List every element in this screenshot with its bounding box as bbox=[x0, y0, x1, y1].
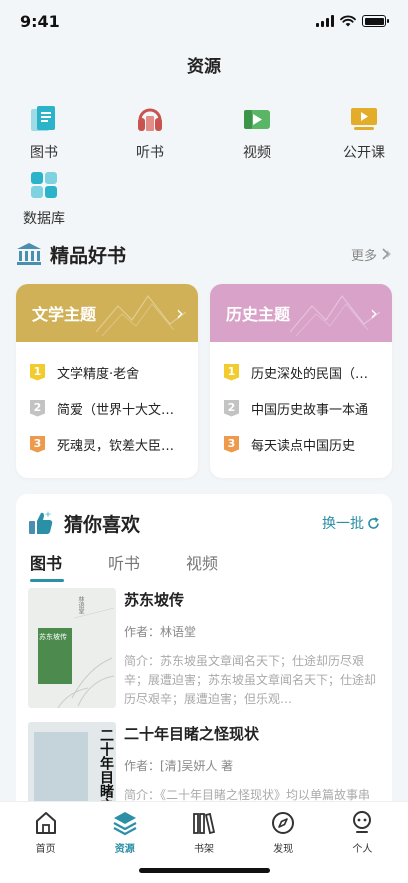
tabbar-label: 首页 bbox=[35, 844, 56, 855]
status-icons bbox=[316, 15, 389, 27]
signal-icon bbox=[316, 15, 334, 27]
home-icon bbox=[35, 812, 56, 834]
featured-section-header: 精品好书 更多 bbox=[16, 238, 392, 270]
theme-header[interactable]: 历史主题 › bbox=[210, 284, 392, 342]
book-title: 历史深处的民国（全… bbox=[251, 366, 380, 382]
list-item[interactable]: 1 历史深处的民国（全… bbox=[224, 354, 380, 390]
book-cover-art bbox=[38, 607, 115, 708]
library-icon bbox=[17, 243, 41, 265]
book-cover: 苏东坡传 林语堂 bbox=[28, 588, 116, 708]
chevron-right-icon: › bbox=[176, 301, 184, 325]
tabbar-label: 个人 bbox=[352, 844, 373, 855]
tab-videos[interactable]: 视频 bbox=[186, 550, 218, 582]
section-title: 精品好书 bbox=[50, 244, 127, 267]
profile-icon bbox=[353, 811, 372, 833]
book-info: 苏东坡传 作者：林语堂 简介：苏东坡虽文章闻名天下；仕途却历尽艰辛；展遭迫害；苏… bbox=[124, 588, 378, 709]
video-icon bbox=[244, 110, 270, 129]
theme-header[interactable]: 文学主题 › bbox=[16, 284, 198, 342]
headphones-icon bbox=[138, 108, 162, 131]
layers-icon bbox=[113, 812, 137, 836]
tab-audiobooks[interactable]: 听书 bbox=[108, 550, 140, 582]
book-title: 简爱（世界十大文学… bbox=[57, 402, 186, 418]
book-author: 作者：[清]吴妍人 著 bbox=[124, 759, 234, 773]
list-item[interactable]: 2 简爱（世界十大文学… bbox=[30, 390, 186, 426]
list-item[interactable]: 2 中国历史故事一本通 bbox=[224, 390, 380, 426]
cover-author: 林语堂 bbox=[77, 596, 84, 614]
battery-icon bbox=[362, 15, 389, 27]
rank-badge: 3 bbox=[30, 435, 45, 453]
rank-list: 1 文学精度·老舍 2 简爱（世界十大文学… 3 死魂灵，钦差大臣（… bbox=[16, 342, 198, 462]
refresh-label: 换一批 bbox=[322, 516, 364, 532]
category-open-courses[interactable]: 公开课 bbox=[329, 104, 399, 162]
theme-name: 历史主题 bbox=[226, 305, 291, 324]
category-videos[interactable]: 视频 bbox=[222, 104, 292, 162]
theme-name: 文学主题 bbox=[32, 305, 97, 324]
theme-card-literature[interactable]: 文学主题 › 1 文学精度·老舍 2 简爱（世界十大文学… 3 死魂灵，钦差大臣… bbox=[16, 284, 198, 478]
list-item[interactable]: 1 文学精度·老舍 bbox=[30, 354, 186, 390]
more-link[interactable]: 更多 bbox=[351, 245, 392, 264]
theme-card-history[interactable]: 历史主题 › 1 历史深处的民国（全… 2 中国历史故事一本通 3 每天读点中国… bbox=[210, 284, 392, 478]
book-title: 死魂灵，钦差大臣（… bbox=[57, 438, 186, 454]
refresh-icon bbox=[368, 516, 379, 529]
rank-badge: 3 bbox=[224, 435, 239, 453]
book-title: 二十年目睹之怪现状 bbox=[124, 725, 260, 743]
cover-title: 苏东坡传 bbox=[39, 633, 67, 641]
rank-badge: 2 bbox=[224, 399, 239, 417]
tab-books[interactable]: 图书 bbox=[30, 550, 65, 582]
tabbar-item-home[interactable]: 首页 bbox=[16, 802, 76, 883]
book-title: 苏东坡传 bbox=[124, 591, 185, 609]
book-info: 二十年目睹之怪现状 作者：[清]吴妍人 著 简介：《二十年目睹之怪现状》均以单篇… bbox=[124, 722, 378, 805]
refresh-button[interactable]: 换一批 bbox=[322, 513, 380, 533]
list-item[interactable]: 3 死魂灵，钦差大臣（… bbox=[30, 426, 186, 462]
category-label: 数据库 bbox=[23, 211, 65, 227]
book-icon bbox=[31, 106, 55, 131]
book-author: 作者：林语堂 bbox=[124, 625, 197, 639]
tabbar-item-profile[interactable]: 个人 bbox=[332, 802, 392, 883]
rank-badge: 2 bbox=[30, 399, 45, 417]
bookshelf-icon bbox=[193, 812, 216, 835]
wifi-icon bbox=[340, 15, 356, 27]
rank-badge: 1 bbox=[224, 363, 239, 381]
compass-icon bbox=[272, 812, 295, 834]
status-bar: 9:41 bbox=[0, 0, 408, 42]
category-label: 图书 bbox=[30, 145, 58, 161]
list-item[interactable]: 3 每天读点中国历史 bbox=[224, 426, 380, 462]
mountain-decoration-icon bbox=[96, 294, 186, 337]
book-list-item[interactable]: 苏东坡传 林语堂 苏东坡传 作者：林语堂 简介：苏东坡虽文章闻名天下；仕途却历尽… bbox=[28, 588, 380, 712]
recommendation-header: 猜你喜欢 换一批 bbox=[28, 508, 380, 538]
tabbar-label: 书架 bbox=[193, 844, 214, 855]
chevron-right-icon: › bbox=[370, 301, 378, 325]
section-title: 猜你喜欢 bbox=[64, 513, 141, 536]
category-label: 视频 bbox=[243, 145, 271, 161]
category-label: 公开课 bbox=[343, 145, 385, 161]
category-database[interactable]: 数据库 bbox=[9, 170, 79, 228]
category-label: 听书 bbox=[136, 145, 164, 161]
presentation-icon bbox=[351, 108, 377, 130]
status-time: 9:41 bbox=[20, 11, 60, 31]
chevron-right-icon bbox=[382, 248, 391, 260]
book-title: 文学精度·老舍 bbox=[57, 366, 140, 382]
book-title: 每天读点中国历史 bbox=[251, 438, 356, 454]
book-intro: 简介：苏东坡虽文章闻名天下；仕途却历尽艰辛；展遭迫害；苏东坡虽文章闻名天下；仕途… bbox=[124, 654, 377, 706]
content-tabs: 图书 听书 视频 bbox=[30, 550, 218, 582]
category-audiobooks[interactable]: 听书 bbox=[115, 104, 185, 162]
tabbar-label: 发现 bbox=[273, 844, 294, 855]
recommendation-card: 猜你喜欢 换一批 图书 听书 视频 苏东坡传 林语堂 苏东坡传 作者：林语堂 简… bbox=[16, 494, 392, 814]
mountain-decoration-icon bbox=[290, 294, 380, 337]
book-title: 中国历史故事一本通 bbox=[251, 402, 369, 418]
rank-badge: 1 bbox=[30, 363, 45, 381]
tabbar-label: 资源 bbox=[114, 844, 135, 855]
rank-list: 1 历史深处的民国（全… 2 中国历史故事一本通 3 每天读点中国历史 bbox=[210, 342, 392, 462]
more-label: 更多 bbox=[350, 248, 377, 264]
home-indicator bbox=[139, 868, 270, 873]
page-title: 资源 bbox=[187, 57, 221, 77]
thumbs-up-icon bbox=[29, 511, 53, 534]
database-icon bbox=[31, 172, 57, 198]
category-books[interactable]: 图书 bbox=[9, 104, 79, 162]
